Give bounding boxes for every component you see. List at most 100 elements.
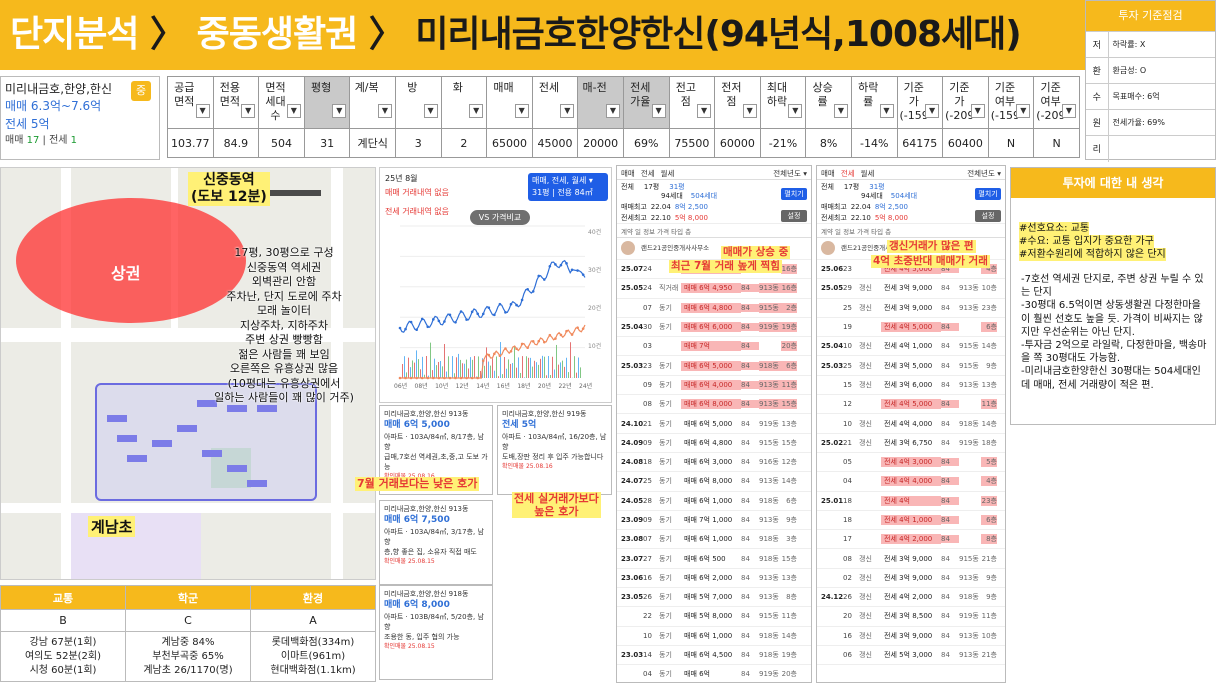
filter-dropdown-icon[interactable]: ▼ <box>879 104 894 118</box>
transaction-row[interactable]: 25.03 23 동기 매매 6억 5,000 84 918동 6층 <box>617 356 811 376</box>
column-header[interactable]: 계/복 ▼ <box>349 76 396 129</box>
transaction-row[interactable]: 19 전세 4억 5,000 84 6층 <box>817 318 1005 338</box>
filter-dropdown-icon[interactable]: ▼ <box>1062 104 1076 118</box>
filter-dropdown-icon[interactable]: ▼ <box>605 104 620 118</box>
transaction-row[interactable]: 24.08 18 동기 매매 6억 3,000 84 916동 12층 <box>617 453 811 473</box>
transaction-row[interactable]: 25.05 24 직거래 매매 6억 4,950 84 913동 16층 <box>617 279 811 299</box>
transaction-row[interactable]: 18 전세 4억 1,000 84 6층 <box>817 511 1005 531</box>
transaction-row[interactable]: 25.02 21 갱신 전세 3억 6,750 84 919동 18층 <box>817 434 1005 453</box>
transaction-row[interactable]: 24.07 25 동기 매매 6억 8,000 84 913동 14층 <box>617 472 811 492</box>
transaction-row[interactable]: 12 전세 4억 5,000 84 11층 <box>817 395 1005 415</box>
column-header[interactable]: 기준가(-209 ▼ <box>942 76 989 129</box>
transaction-row[interactable]: 24.12 26 갱신 전세 4억 2,000 84 918동 9층 <box>817 588 1005 608</box>
listing-card[interactable]: 미리내금호,한양,한신 919동 전세 5억 아파트 · 103A/84㎡, 16/… <box>497 405 612 495</box>
column-header[interactable]: 방 ▼ <box>394 76 442 129</box>
filter-dropdown-icon[interactable]: ▼ <box>423 104 438 118</box>
filter-dropdown-icon[interactable]: ▼ <box>833 104 848 118</box>
transaction-row[interactable]: 08 동기 매매 6억 8,000 84 913동 15층 <box>617 395 811 415</box>
location-map[interactable]: 상권 신중동역 (도보 12분) 17평, 30평으로 구성 신중동역 역세권 외벽… <box>0 167 376 580</box>
column-header[interactable]: 매매 ▼ <box>486 76 533 129</box>
transaction-row[interactable]: 10 갱신 전세 4억 4,000 84 918동 14층 <box>817 414 1005 434</box>
column-header[interactable]: 전세 ▼ <box>531 76 579 129</box>
trade-tab[interactable]: 전세 <box>641 169 655 178</box>
filter-dropdown-icon[interactable]: ▼ <box>925 104 940 118</box>
transaction-row[interactable]: 23.07 27 동기 매매 6억 500 84 918동 15층 <box>617 549 811 569</box>
transaction-row[interactable]: 25.04 30 동기 매매 6억 6,000 84 919동 19층 <box>617 318 811 338</box>
transaction-row[interactable]: 07 동기 매매 6억 4,800 84 915동 2층 <box>617 299 811 318</box>
trade-tab[interactable]: 월세 <box>661 169 675 178</box>
column-header[interactable]: 최대하락 ▼ <box>759 76 807 129</box>
transaction-row[interactable]: 16 갱신 전세 3억 9,000 84 913동 10층 <box>817 627 1005 646</box>
column-header[interactable]: 기준여부(-209 ▼ <box>1033 76 1080 129</box>
transaction-row[interactable]: 23.08 07 동기 매매 6억 1,000 84 918동 3층 <box>617 530 811 550</box>
filter-dropdown-icon[interactable]: ▼ <box>195 104 210 118</box>
size-option[interactable]: 전체 <box>821 183 834 191</box>
column-header[interactable]: 전용면적 ▼ <box>212 76 260 129</box>
transaction-row[interactable]: 25.01 18 전세 4억 84 23층 <box>817 492 1005 511</box>
transaction-row[interactable]: 22 동기 매매 5억 8,000 84 915동 11층 <box>617 607 811 627</box>
filter-dropdown-icon[interactable]: ▼ <box>697 104 712 118</box>
transaction-row[interactable]: 23.03 14 동기 매매 6억 4,500 84 918동 19층 <box>617 646 811 666</box>
trade-type-selector[interactable]: 매매, 전세, 월세 ▾ 31평 | 전용 84㎡ <box>528 173 608 201</box>
expand-button[interactable]: 펼치기 <box>975 188 1001 200</box>
transaction-row[interactable]: 05 전세 4억 3,000 84 5층 <box>817 453 1005 473</box>
size-option[interactable]: 17평 <box>644 183 659 191</box>
column-header[interactable]: 면적세대수 ▼ <box>258 76 305 129</box>
year-filter-dropdown[interactable]: 전체년도 ▾ <box>773 168 807 179</box>
trade-tab[interactable]: 전세 <box>841 169 855 178</box>
transaction-row[interactable]: 23.06 16 동기 매매 6억 2,000 84 913동 13층 <box>617 569 811 589</box>
size-option[interactable]: 31평 <box>669 183 684 191</box>
column-header[interactable]: 전세가율 ▼ <box>622 76 670 129</box>
listing-card[interactable]: 미리내금호,한양,한신 913동 매매 6억 7,500 아파트 · 103A/84… <box>379 500 493 585</box>
transaction-row[interactable]: 02 갱신 전세 3억 9,000 84 913동 9층 <box>817 569 1005 589</box>
column-header[interactable]: 전저점 ▼ <box>714 76 761 129</box>
transaction-row[interactable]: 10 동기 매매 6억 1,000 84 918동 14층 <box>617 627 811 646</box>
column-header[interactable]: 기준여부(-159 ▼ <box>987 76 1035 129</box>
column-header[interactable]: 상승률 ▼ <box>805 76 852 129</box>
year-filter-dropdown[interactable]: 전체년도 ▾ <box>967 168 1001 179</box>
filter-dropdown-icon[interactable]: ▼ <box>469 104 484 118</box>
column-header[interactable]: 전고점 ▼ <box>668 76 716 129</box>
size-option[interactable]: 17평 <box>844 183 859 191</box>
transaction-row[interactable]: 25.04 10 갱신 전세 4억 1,000 84 915동 14층 <box>817 337 1005 357</box>
column-header[interactable]: 매-전 ▼ <box>577 76 624 129</box>
filter-dropdown-icon[interactable]: ▼ <box>651 104 666 118</box>
filter-dropdown-icon[interactable]: ▼ <box>332 104 347 118</box>
filter-dropdown-icon[interactable]: ▼ <box>377 104 392 118</box>
transaction-row[interactable]: 20 갱신 전세 3억 8,500 84 919동 11층 <box>817 607 1005 627</box>
size-option[interactable]: 전체 <box>621 183 634 191</box>
filter-dropdown-icon[interactable]: ▼ <box>1016 104 1031 118</box>
column-header[interactable]: 기준가(-159 ▼ <box>896 76 944 129</box>
transaction-row[interactable]: 17 전세 4억 2,000 84 8층 <box>817 530 1005 550</box>
transaction-row[interactable]: 03 매매 7억 84 20층 <box>617 337 811 357</box>
filter-dropdown-icon[interactable]: ▼ <box>970 104 985 118</box>
transaction-row[interactable]: 15 갱신 전세 3억 6,000 84 913동 13층 <box>817 376 1005 396</box>
column-header[interactable]: 평형 ▼ <box>303 76 351 129</box>
transaction-row[interactable]: 24.10 21 동기 매매 6억 5,000 84 919동 13층 <box>617 414 811 434</box>
listing-card[interactable]: 미리내금호,한양,한신 918동 매매 6억 8,000 아파트 · 103B/84… <box>379 585 493 680</box>
filter-dropdown-icon[interactable]: ▼ <box>241 104 256 118</box>
column-header[interactable]: 하락률 ▼ <box>850 76 898 129</box>
column-header[interactable]: 화 ▼ <box>440 76 488 129</box>
filter-dropdown-icon[interactable]: ▼ <box>286 104 301 118</box>
settings-button[interactable]: 설정 <box>975 210 1001 222</box>
transaction-row[interactable]: 23.05 26 동기 매매 5억 7,000 84 913동 8층 <box>617 588 811 608</box>
transaction-row[interactable]: 25.03 25 갱신 전세 3억 5,000 84 915동 9층 <box>817 356 1005 376</box>
transaction-row[interactable]: 08 갱신 전세 3억 9,000 84 915동 21층 <box>817 549 1005 569</box>
transaction-row[interactable]: 25 갱신 전세 3억 9,000 84 913동 23층 <box>817 299 1005 318</box>
expand-button[interactable]: 펼치기 <box>781 188 807 200</box>
size-option[interactable]: 31평 <box>869 183 884 191</box>
transaction-row[interactable]: 09 동기 매매 6억 4,000 84 913동 11층 <box>617 376 811 396</box>
transaction-row[interactable]: 04 전세 4억 4,000 84 4층 <box>817 472 1005 492</box>
settings-button[interactable]: 설정 <box>781 210 807 222</box>
column-header[interactable]: 공급면적 ▼ <box>167 76 214 129</box>
trade-tab[interactable]: 월세 <box>861 169 875 178</box>
transaction-row[interactable]: 24.05 28 동기 매매 6억 1,000 84 918동 6층 <box>617 492 811 511</box>
trade-tab[interactable]: 매매 <box>821 169 835 178</box>
transaction-row[interactable]: 04 동기 매매 6억 84 919동 20층 <box>617 665 811 682</box>
transaction-row[interactable]: 25.05 29 갱신 전세 3억 9,000 84 913동 10층 <box>817 279 1005 299</box>
transaction-row[interactable]: 24.09 09 동기 매매 6억 4,800 84 915동 15층 <box>617 434 811 453</box>
filter-dropdown-icon[interactable]: ▼ <box>560 104 575 118</box>
transaction-row[interactable]: 06 갱신 전세 5억 3,000 84 913동 21층 <box>817 646 1005 666</box>
filter-dropdown-icon[interactable]: ▼ <box>514 104 529 118</box>
